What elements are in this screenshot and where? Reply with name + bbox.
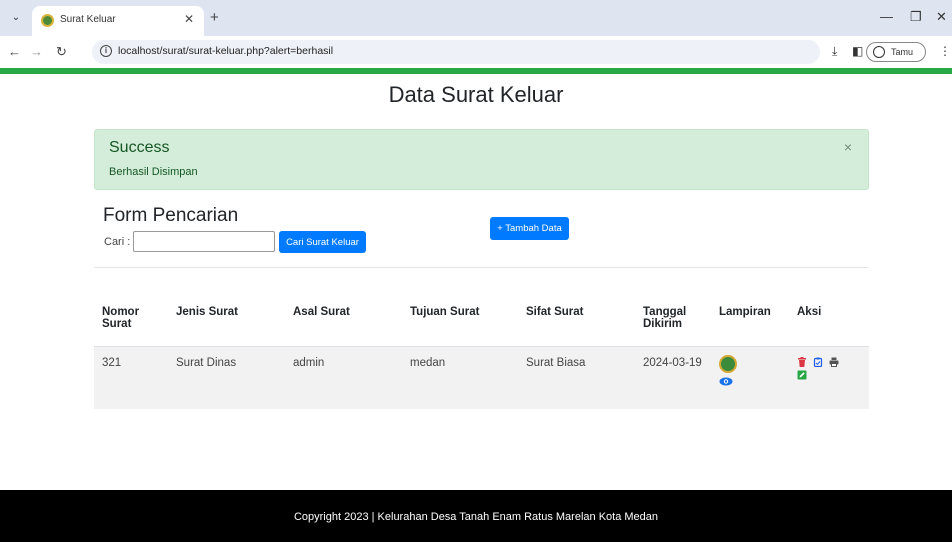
profile-button[interactable]: Tamu [866,42,926,62]
attachment-logo-icon[interactable] [719,354,737,373]
table-row: 321 Surat Dinas admin medan Surat Biasa … [94,346,869,409]
page-title: Data Surat Keluar [388,82,564,107]
th-jenis: Jenis Surat [168,296,285,347]
browser-tabbar: ⌄ Surat Keluar ✕ + — ❐ ✕ [0,0,952,36]
eye-icon[interactable] [719,377,733,386]
sidepanel-icon[interactable]: ◧ [852,44,863,58]
action-icons [797,356,861,367]
tab-favicon-icon [41,14,54,27]
restore-icon[interactable]: ❐ [910,9,922,25]
th-aksi: Aksi [789,296,869,347]
tab-title: Surat Keluar [60,14,116,25]
profile-icon [873,46,885,58]
minimize-icon[interactable]: — [880,9,893,24]
cell-tujuan: medan [402,346,518,409]
print-icon[interactable] [829,357,839,367]
footer-copyright: Copyright 2023 | Kelurahan Desa Tanah En… [293,511,659,523]
cell-aksi [789,346,869,409]
download-icon[interactable]: ⤓ [832,44,837,59]
alert-heading: Success [109,139,170,156]
success-alert: Success Berhasil Disimpan × [94,129,869,190]
table-header-row: Nomor Surat Jenis Surat Asal Surat Tujua… [94,296,869,347]
th-asal: Asal Surat [285,296,402,347]
th-lampiran: Lampiran [711,296,789,347]
search-form-title: Form Pencarian [103,205,239,226]
cell-tanggal: 2024-03-19 [635,346,711,409]
header-accent-bar [0,68,952,74]
cell-lampiran [711,346,789,409]
tab-menu-icon[interactable]: ⌄ [8,10,24,26]
alert-message: Berhasil Disimpan [109,166,198,178]
back-icon[interactable]: ← [8,44,21,59]
th-sifat: Sifat Surat [518,296,635,347]
cell-nomor: 321 [94,346,168,409]
tab-close-icon[interactable]: ✕ [184,12,194,26]
th-nomor: Nomor Surat [94,296,168,347]
close-window-icon[interactable]: ✕ [936,9,947,25]
footer: Copyright 2023 | Kelurahan Desa Tanah En… [0,490,952,542]
profile-label: Tamu [891,47,914,57]
cell-asal: admin [285,346,402,409]
search-button[interactable]: Cari Surat Keluar [279,231,366,253]
trash-icon[interactable] [797,356,807,367]
forward-icon[interactable]: → [30,44,43,59]
search-label: Cari : [104,236,131,248]
th-tanggal: Tanggal Dikirim [635,296,711,347]
letters-table: Nomor Surat Jenis Surat Asal Surat Tujua… [94,296,869,409]
add-data-button[interactable]: + Tambah Data [490,217,569,240]
search-input[interactable] [133,231,275,252]
info-icon[interactable]: i [100,45,112,57]
cell-sifat: Surat Biasa [518,346,635,409]
reload-icon[interactable]: ↻ [56,44,67,60]
browser-tab[interactable]: Surat Keluar ✕ [32,6,204,36]
alert-close-button[interactable]: × [844,139,852,155]
new-tab-icon[interactable]: + [210,9,219,26]
clipboard-icon[interactable] [813,357,823,367]
more-menu-icon[interactable]: ⋮ [939,44,951,58]
cell-jenis: Surat Dinas [168,346,285,409]
omnibox[interactable]: i localhost/surat/surat-keluar.php?alert… [92,40,820,64]
url-text[interactable]: localhost/surat/surat-keluar.php?alert=b… [118,45,333,57]
address-bar: ← → ↻ i localhost/surat/surat-keluar.php… [0,36,952,68]
th-tujuan: Tujuan Surat [402,296,518,347]
edit-icon[interactable] [797,370,807,380]
divider [94,267,869,268]
